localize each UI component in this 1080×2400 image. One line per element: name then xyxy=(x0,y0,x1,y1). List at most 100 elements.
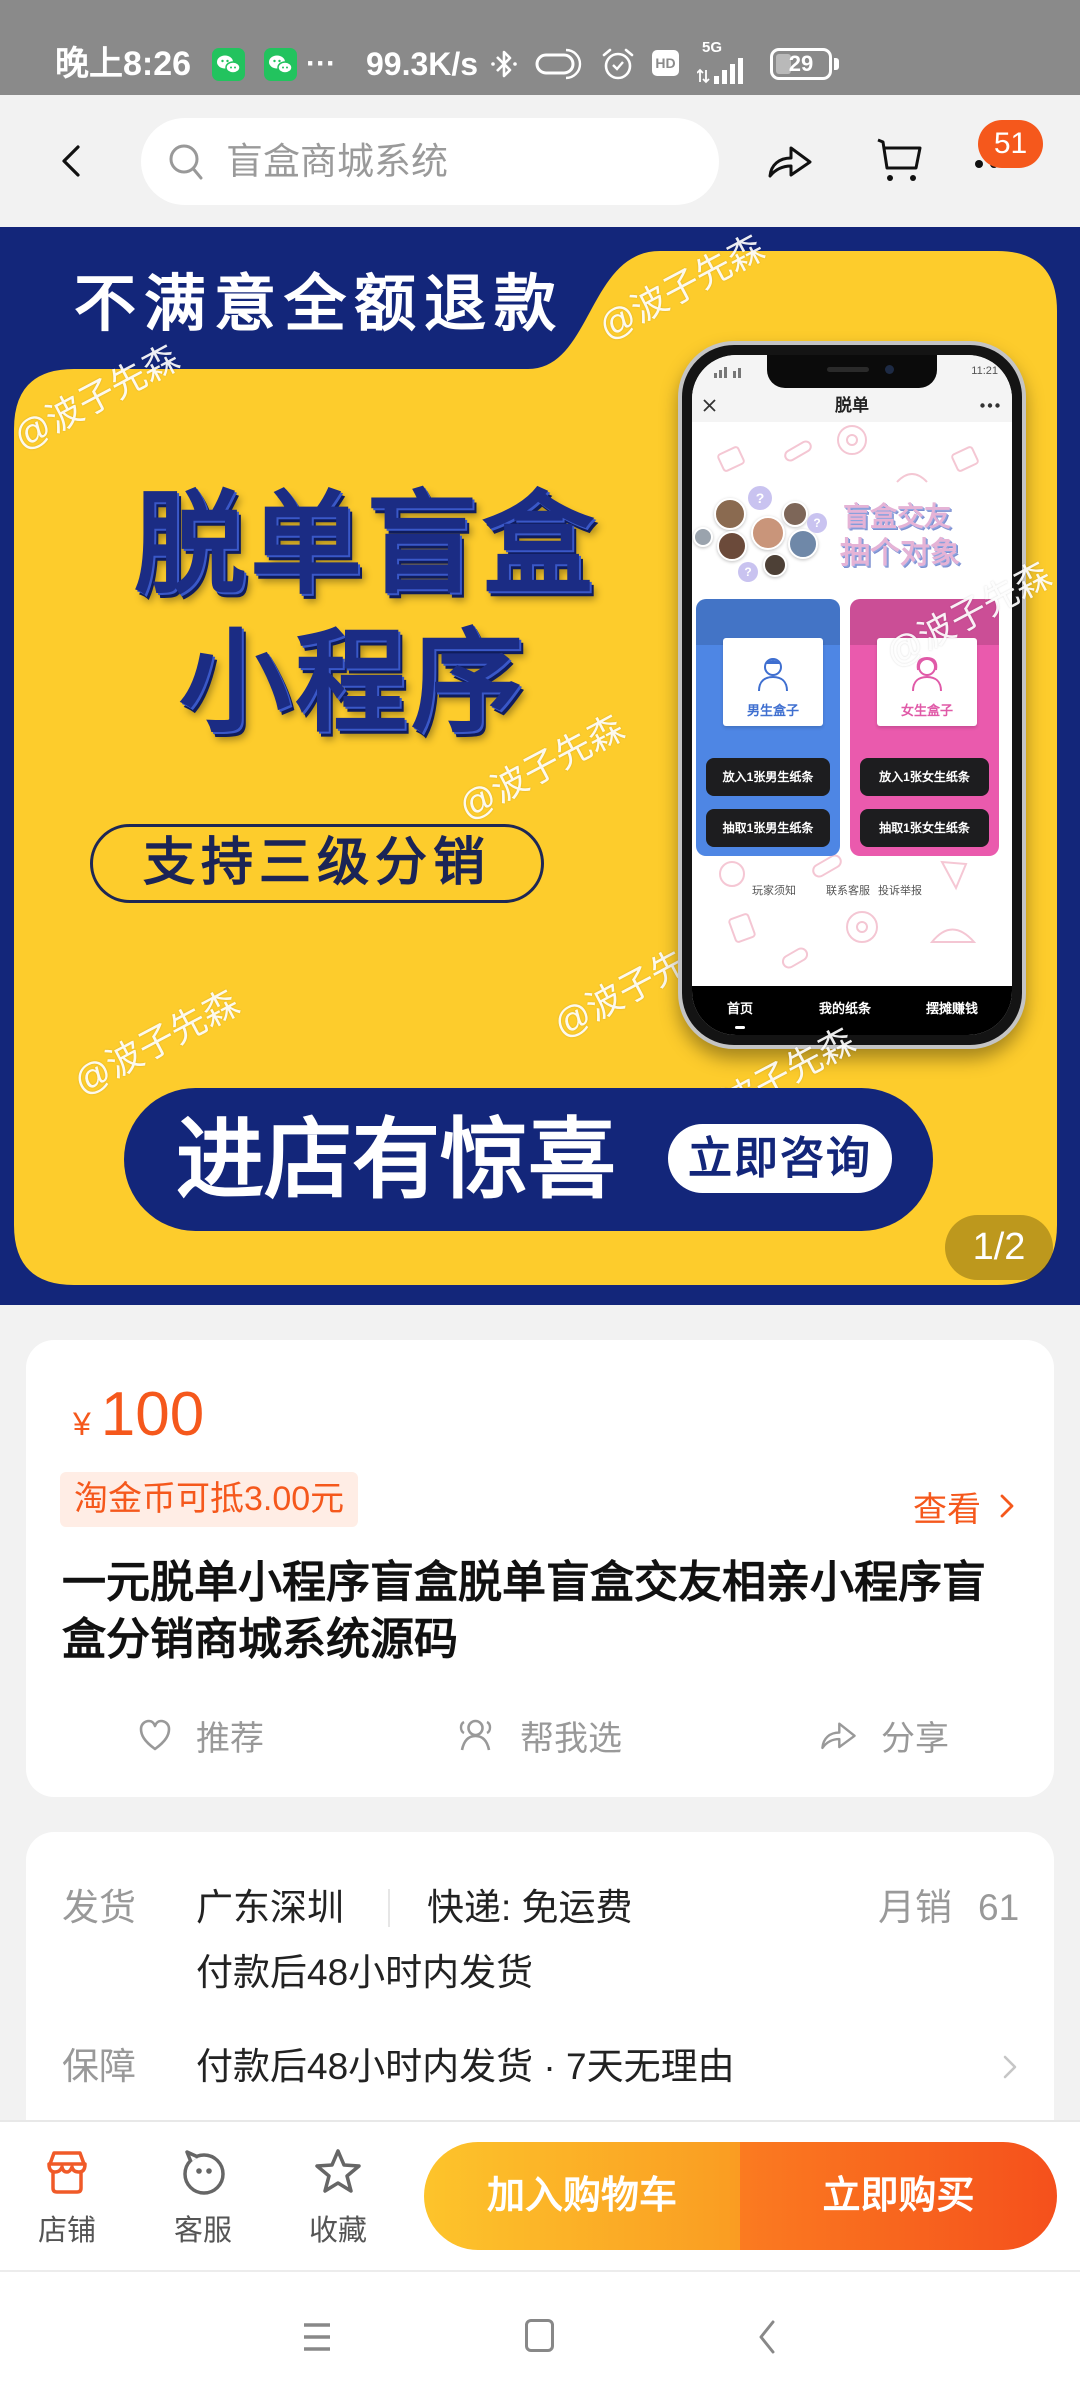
bottom-action-bar: 店铺 客服 收藏 加入购物车 立即购买 xyxy=(0,2120,1080,2270)
guarantee-label: 保障 xyxy=(62,2046,136,2087)
home-button[interactable] xyxy=(505,2304,575,2368)
status-time: 晚上8:26 xyxy=(55,45,192,83)
female-box-label: 女生盒子 xyxy=(900,703,953,718)
help-me-choose-label: 帮我选 xyxy=(520,1719,622,1758)
back-icon xyxy=(759,2320,775,2354)
phone-app-title: 脱单 xyxy=(835,396,869,415)
avatar-photo xyxy=(763,553,787,577)
put-female-note-button: 放入1张女生纸条 xyxy=(860,758,989,796)
avatar-photo xyxy=(693,527,713,547)
phone-slogan-sub: 抽个对象 xyxy=(840,537,960,570)
status-toggle-icon xyxy=(535,47,585,81)
background-doodle xyxy=(929,928,977,943)
customer-service-button[interactable]: 客服 xyxy=(143,2122,263,2272)
draw-female-note-button: 抽取1张女生纸条 xyxy=(860,809,989,847)
chevron-right-icon[interactable] xyxy=(1002,2053,1018,2081)
store-label: 店铺 xyxy=(37,2215,96,2247)
male-box-label: 男生盒子 xyxy=(746,703,799,718)
system-back-button[interactable] xyxy=(735,2304,799,2368)
buy-now-button[interactable]: 立即购买 xyxy=(740,2142,1057,2250)
battery-level: 29 xyxy=(788,51,814,76)
star-icon xyxy=(315,2149,361,2193)
avatar-photo xyxy=(717,531,747,561)
shipping-time: 付款后48小时内发货 xyxy=(196,1952,534,1993)
recommend-label: 推荐 xyxy=(196,1719,264,1758)
background-doodle xyxy=(940,860,968,891)
phone-tab-earn: 摆摊赚钱 xyxy=(925,1001,978,1016)
phone-notch xyxy=(767,355,937,388)
phone-signal-icon xyxy=(714,367,741,378)
network-speed: 99.3K/s xyxy=(366,46,479,82)
price-row: ¥ 100 xyxy=(73,1375,204,1455)
phone-speaker xyxy=(827,367,869,372)
search-placeholder: 盲盒商城系统 xyxy=(226,141,448,182)
more-notifications-indicator: ··· xyxy=(306,47,336,80)
phone-status-time: 11:21 xyxy=(971,365,998,377)
heart-icon xyxy=(139,1719,171,1751)
store-button[interactable]: 店铺 xyxy=(7,2122,127,2272)
purchase-button-group: 加入购物车 立即购买 xyxy=(424,2142,1057,2250)
male-box: 男生盒子 放入1张男生纸条 抽取1张男生纸条 xyxy=(696,599,840,856)
recent-apps-button[interactable] xyxy=(283,2304,351,2368)
cart-icon xyxy=(877,138,922,181)
guarantee-items[interactable]: 付款后48小时内发货 · 7天无理由 xyxy=(196,2042,735,2092)
image-page-indicator: 1/2 xyxy=(945,1215,1053,1280)
help-me-choose-button[interactable]: 帮我选 xyxy=(455,1710,622,1760)
battery-icon: 29 xyxy=(770,48,832,80)
background-doodle xyxy=(784,440,812,462)
phone-camera xyxy=(885,365,894,374)
banner-cta-text: 进店有惊喜 xyxy=(176,1110,617,1209)
avatar-photo xyxy=(714,498,746,530)
product-image-carousel[interactable]: 不满意全额退款 脱单盲盒 小程序 支持三级分销 @波子先森 11:21 脱单 ?… xyxy=(0,227,1080,1305)
chevron-left-icon xyxy=(62,145,80,177)
background-doodle xyxy=(837,425,867,455)
people-icon xyxy=(459,1719,492,1751)
favorite-button[interactable]: 收藏 xyxy=(278,2122,398,2272)
background-doodle xyxy=(951,446,979,472)
share-button[interactable] xyxy=(757,133,823,189)
alarm-icon xyxy=(600,46,636,82)
favorite-label: 收藏 xyxy=(308,2215,367,2247)
divider xyxy=(388,1889,390,1927)
banner-feature-pill: 支持三级分销 xyxy=(90,824,544,903)
phone-tab-my-notes: 我的纸条 xyxy=(818,1001,871,1016)
cart-button[interactable] xyxy=(867,128,933,194)
coin-offer-badge: 淘金币可抵3.00元 xyxy=(60,1472,359,1527)
search-icon xyxy=(169,144,203,180)
monthly-sales-label: 月销 xyxy=(878,1887,952,1928)
phone-tab-home: 首页 xyxy=(726,1001,753,1016)
battery-nub xyxy=(834,58,839,70)
share-product-button[interactable]: 分享 xyxy=(820,1710,949,1760)
phone-link-report: 投诉举报 xyxy=(878,885,922,897)
banner-headline: 脱单盲盒 xyxy=(134,482,598,607)
avatar-placeholder: ? xyxy=(748,486,772,510)
price-card: ¥ 100 淘金币可抵3.00元 查看 一元脱单小程序盲盒脱单盲盒交友相亲小程序… xyxy=(26,1340,1054,1797)
hd-voice-icon: HD xyxy=(652,50,679,76)
background-doodle xyxy=(856,921,868,933)
view-offer-link[interactable]: 查看 xyxy=(913,1486,1015,1529)
put-male-note-button: 放入1张男生纸条 xyxy=(706,758,830,796)
network-type-label: 5G xyxy=(702,39,723,56)
banner-refund-slogan: 不满意全额退款 xyxy=(74,270,565,339)
signal-5g-icon: 5G xyxy=(697,40,755,86)
phone-tab-bar: 首页 我的纸条 摆摊赚钱 xyxy=(692,986,1012,1035)
customer-service-label: 客服 xyxy=(173,2215,232,2247)
background-doodle xyxy=(781,947,809,969)
shipping-origin: 广东深圳 xyxy=(196,1887,344,1928)
recommend-button[interactable]: 推荐 xyxy=(138,1710,264,1760)
shipping-label: 发货 xyxy=(62,1887,136,1928)
store-icon xyxy=(47,2151,87,2194)
bluetooth-icon xyxy=(490,47,518,81)
top-nav-bar: 盲盒商城系统 51 xyxy=(0,95,1080,227)
draw-male-note-button: 抽取1张男生纸条 xyxy=(706,809,830,847)
back-button[interactable] xyxy=(50,135,94,187)
banner-consult-button: 立即咨询 xyxy=(668,1124,892,1193)
customer-service-icon xyxy=(183,2150,225,2195)
search-input[interactable]: 盲盒商城系统 xyxy=(141,118,719,205)
share-icon xyxy=(821,1722,856,1750)
product-title: 一元脱单小程序盲盒脱单盲盒交友相亲小程序盲盒分销商城系统源码 xyxy=(62,1558,986,1664)
add-to-cart-button[interactable]: 加入购物车 xyxy=(424,2142,740,2250)
home-icon xyxy=(525,2319,554,2352)
background-doodle xyxy=(846,434,858,446)
background-doodle xyxy=(719,861,745,887)
